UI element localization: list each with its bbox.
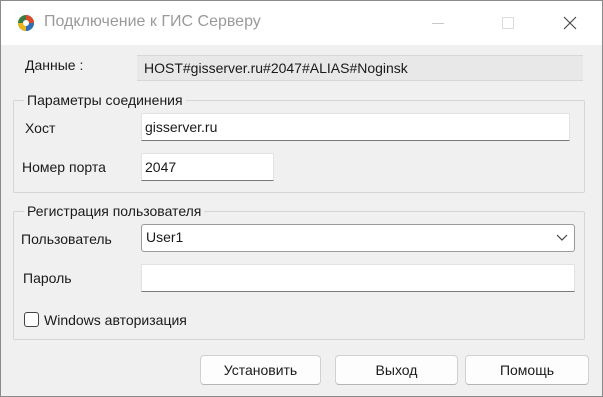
user-select[interactable]: User1 (141, 224, 575, 252)
registration-group-title: Регистрация пользователя (24, 203, 205, 219)
chevron-down-icon (556, 234, 568, 241)
minimize-button[interactable] (415, 1, 461, 45)
host-input[interactable]: gisserver.ru (141, 113, 570, 141)
title-bar[interactable]: Подключение к ГИС Серверу (1, 1, 602, 45)
password-input[interactable] (141, 264, 575, 292)
window-title: Подключение к ГИС Серверу (44, 13, 261, 30)
dialog-content: Данные : HOST#gisserver.ru#2047#ALIAS#No… (1, 45, 602, 396)
host-label: Хост (25, 120, 56, 136)
set-button[interactable]: Установить (200, 355, 321, 385)
dialog-window: Подключение к ГИС Серверу Данные : HOST#… (0, 0, 603, 397)
app-logo-icon (18, 15, 34, 31)
exit-button[interactable]: Выход (335, 355, 458, 385)
close-icon (563, 16, 577, 30)
password-label: Пароль (23, 270, 72, 286)
connection-group-title: Параметры соединения (24, 92, 186, 108)
user-label: Пользователь (21, 231, 112, 247)
windows-auth-checkbox[interactable] (24, 312, 39, 327)
data-label: Данные : (25, 57, 84, 73)
data-value-field: HOST#gisserver.ru#2047#ALIAS#Noginsk (137, 55, 583, 81)
close-button[interactable] (546, 1, 592, 45)
port-label: Номер порта (22, 159, 106, 175)
windows-auth-label[interactable]: Windows авторизация (44, 312, 187, 328)
user-select-value: User1 (146, 229, 184, 245)
port-input[interactable]: 2047 (141, 153, 274, 181)
help-button[interactable]: Помощь (465, 355, 589, 385)
maximize-button[interactable] (485, 1, 531, 45)
